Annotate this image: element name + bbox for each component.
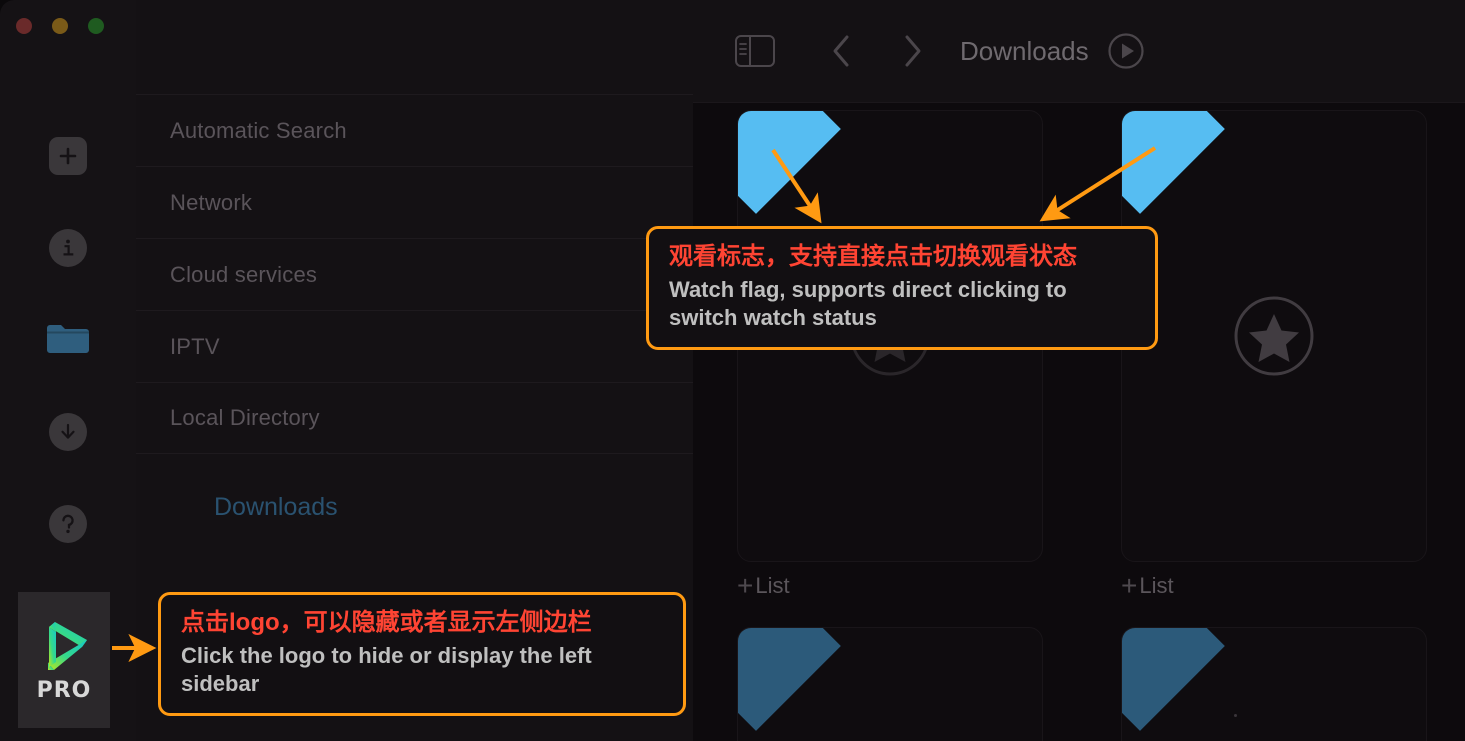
sidebar-menu-list: Automatic Search Network Cloud services … (136, 94, 693, 454)
sidebar-item-downloads[interactable]: Downloads (136, 452, 693, 562)
star-circle-icon (1233, 295, 1315, 377)
sidebar-item-label: Local Directory (170, 405, 320, 430)
annotation-en-text: Watch flag, supports direct clicking to … (669, 277, 1067, 331)
sidebar-item-label: Cloud services (170, 261, 318, 287)
main-content: Downloads + List + List (693, 0, 1465, 741)
traffic-lights (16, 18, 104, 34)
annotation-watch-flag: 观看标志，支持直接点击切换观看状态 Watch flag, supports d… (646, 226, 1158, 350)
annotation-zh-text: 点击logo，可以隐藏或者显示左侧边栏 (181, 609, 592, 636)
app-window: Automatic Search Network Cloud services … (0, 0, 1465, 741)
rail-icon-list (0, 110, 136, 570)
rail-item-folder[interactable] (0, 294, 136, 386)
annotation-logo: 点击logo，可以隐藏或者显示左侧边栏 Click the logo to hi… (158, 592, 686, 716)
folder-icon (46, 322, 90, 358)
watch-flag-ribbon[interactable] (1122, 111, 1225, 214)
rail-item-add[interactable] (0, 110, 136, 202)
close-button[interactable] (16, 18, 32, 34)
chevron-right-icon[interactable] (902, 34, 924, 68)
watch-flag-ribbon[interactable] (1122, 628, 1225, 731)
sidebar-toggle-icon[interactable] (735, 35, 775, 67)
question-mark-icon (49, 505, 87, 543)
app-logo-button[interactable]: PRO (18, 592, 110, 728)
download-arrow-icon (49, 413, 87, 451)
add-list-label: List (1139, 573, 1174, 598)
plus-icon: + (1121, 570, 1138, 601)
play-triangle-logo-icon (35, 618, 93, 674)
add-list-label: List (755, 573, 790, 598)
dot-marker (1234, 714, 1237, 717)
sidebar-downloads-label: Downloads (214, 492, 338, 521)
screenshot-root: Automatic Search Network Cloud services … (0, 0, 1465, 741)
plus-icon: + (737, 570, 754, 601)
sidebar-item-iptv[interactable]: IPTV (136, 310, 693, 382)
sidebar-item-cloud-services[interactable]: Cloud services (136, 238, 693, 310)
card-grid: + List + List (693, 110, 1465, 741)
add-list-button[interactable]: + List (737, 572, 790, 600)
sidebar-item-label: Network (170, 189, 253, 215)
media-card[interactable] (1121, 110, 1427, 562)
info-icon (49, 229, 87, 267)
sidebar-item-label: Automatic Search (170, 117, 347, 143)
rail-item-info[interactable] (0, 202, 136, 294)
rail-item-help[interactable] (0, 478, 136, 570)
rail-item-downloads[interactable] (0, 386, 136, 478)
sidebar-item-automatic-search[interactable]: Automatic Search (136, 94, 693, 166)
page-title: Downloads (960, 35, 1089, 66)
minimize-button[interactable] (52, 18, 68, 34)
watch-flag-ribbon[interactable] (738, 111, 841, 214)
media-card[interactable] (737, 627, 1043, 741)
annotation-en-text: Click the logo to hide or display the le… (181, 643, 592, 697)
watch-flag-ribbon[interactable] (738, 628, 841, 731)
sidebar-item-network[interactable]: Network (136, 166, 693, 238)
logo-pro-label: PRO (36, 677, 92, 703)
main-toolbar: Downloads (693, 0, 1465, 103)
annotation-zh-text: 观看标志，支持直接点击切换观看状态 (669, 243, 1077, 270)
zoom-button[interactable] (88, 18, 104, 34)
sidebar-item-local-directory[interactable]: Local Directory (136, 382, 693, 454)
chevron-left-icon[interactable] (830, 34, 852, 68)
plus-icon (49, 137, 87, 175)
sidebar-item-label: IPTV (170, 333, 220, 359)
media-card[interactable] (1121, 627, 1427, 741)
add-list-button[interactable]: + List (1121, 572, 1174, 600)
play-circle-icon[interactable] (1107, 32, 1145, 70)
